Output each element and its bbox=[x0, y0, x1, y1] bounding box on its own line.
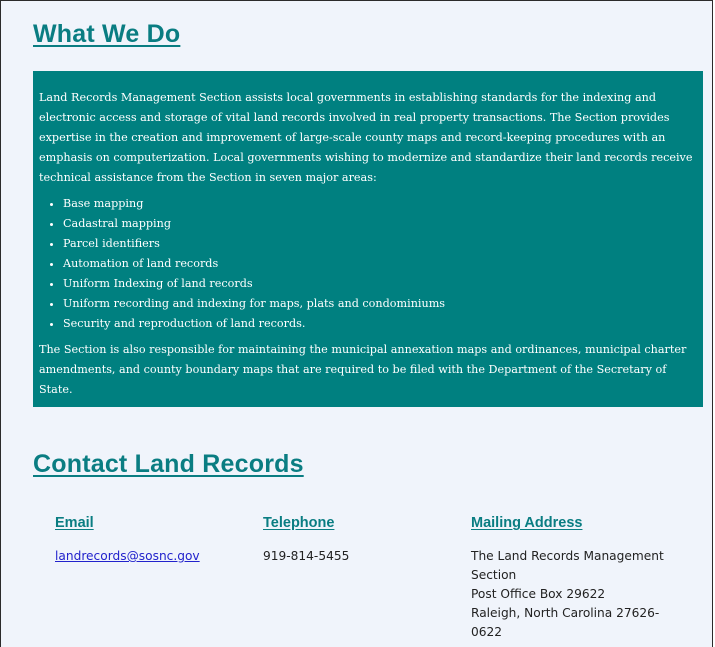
telephone-heading[interactable]: Telephone bbox=[263, 515, 443, 531]
list-item: Security and reproduction of land record… bbox=[63, 314, 693, 334]
page-frame: What We Do Land Records Management Secti… bbox=[0, 0, 713, 647]
intro-paragraph: Land Records Management Section assists … bbox=[39, 91, 693, 184]
email-column: Email landrecords@sosnc.gov bbox=[55, 515, 235, 566]
address-line: Post Office Box 29622 bbox=[471, 587, 606, 601]
list-item: Uniform Indexing of land records bbox=[63, 274, 693, 294]
address-line: Section bbox=[471, 568, 517, 582]
email-link[interactable]: landrecords@sosnc.gov bbox=[55, 549, 200, 563]
list-item: Base mapping bbox=[63, 194, 693, 214]
address-line: The Land Records Management bbox=[471, 549, 664, 563]
areas-list: Base mapping Cadastral mapping Parcel id… bbox=[39, 194, 693, 334]
telephone-number: 919-814-5455 bbox=[263, 549, 350, 563]
what-we-do-panel: Land Records Management Section assists … bbox=[33, 71, 703, 407]
contact-heading[interactable]: Contact Land Records bbox=[33, 450, 304, 479]
mailing-address-column: Mailing Address The Land Records Managem… bbox=[471, 515, 681, 642]
mailing-address-heading[interactable]: Mailing Address bbox=[471, 515, 681, 531]
email-heading[interactable]: Email bbox=[55, 515, 235, 531]
list-item: Uniform recording and indexing for maps,… bbox=[63, 294, 693, 314]
closing-paragraph: The Section is also responsible for main… bbox=[39, 343, 687, 396]
what-we-do-heading[interactable]: What We Do bbox=[33, 20, 180, 49]
list-item: Cadastral mapping bbox=[63, 214, 693, 234]
address-line: Raleigh, North Carolina 27626- bbox=[471, 606, 660, 620]
list-item: Parcel identifiers bbox=[63, 234, 693, 254]
telephone-column: Telephone 919-814-5455 bbox=[263, 515, 443, 566]
address-line: 0622 bbox=[471, 625, 503, 639]
list-item: Automation of land records bbox=[63, 254, 693, 274]
mailing-address: The Land Records Management Section Post… bbox=[471, 547, 681, 642]
